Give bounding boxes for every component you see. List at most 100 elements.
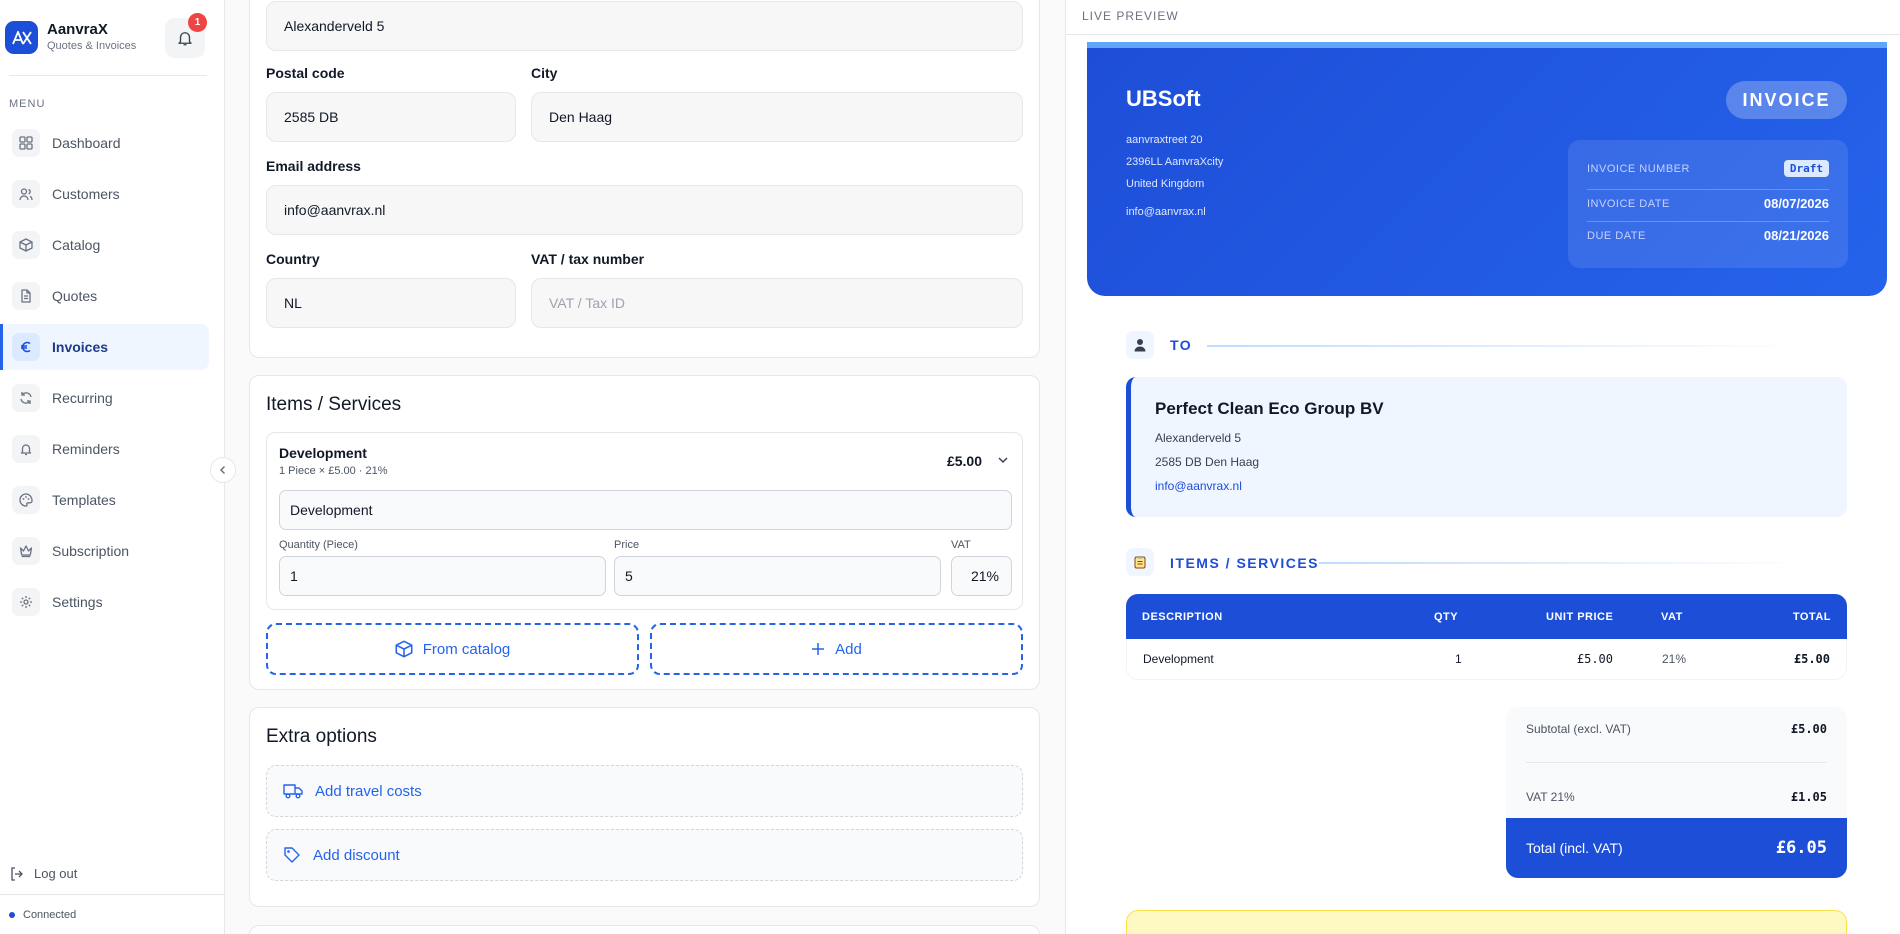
- sidebar-item-label: Quotes: [52, 288, 98, 304]
- postal-code-input[interactable]: 2585 DB: [266, 92, 516, 142]
- company-country: United Kingdom: [1126, 178, 1205, 190]
- sidebar-item-subscription[interactable]: Subscription: [0, 528, 209, 574]
- sidebar-item-catalog[interactable]: Catalog: [0, 222, 209, 268]
- from-catalog-button[interactable]: From catalog: [266, 623, 639, 675]
- crown-icon: [12, 537, 40, 565]
- logout-icon: [10, 866, 24, 881]
- invoice-form: Alexanderveld 5 Postal code 2585 DB City…: [225, 0, 1065, 934]
- city-label: City: [531, 65, 558, 81]
- row-qty: 1: [1455, 652, 1462, 666]
- refresh-icon: [12, 384, 40, 412]
- add-travel-costs-button[interactable]: Add travel costs: [266, 765, 1023, 817]
- divider: [1587, 189, 1829, 190]
- subtotal-label: Subtotal (excl. VAT): [1526, 722, 1631, 736]
- email-input[interactable]: info@aanvrax.nl: [266, 185, 1023, 235]
- divider: [1207, 345, 1807, 347]
- bell-icon: [12, 435, 40, 463]
- row-total: £5.00: [1793, 652, 1830, 666]
- person-icon: [1126, 331, 1154, 359]
- company-email: info@aanvrax.nl: [1126, 206, 1206, 218]
- divider: [0, 894, 225, 895]
- chevron-left-icon: [218, 465, 228, 475]
- items-card: Items / Services Development 1 Piece × £…: [249, 375, 1040, 690]
- items-section-title: Items / Services: [266, 394, 402, 415]
- client-details-card: Alexanderveld 5 Postal code 2585 DB City…: [249, 0, 1040, 358]
- users-icon: [12, 180, 40, 208]
- app-logo[interactable]: [5, 21, 38, 54]
- client-city: 2585 DB Den Haag: [1155, 455, 1260, 469]
- invoice-header: UBSoft aanvraxtreet 20 2396LL AanvraXcit…: [1087, 42, 1887, 296]
- status-label: Connected: [23, 909, 77, 921]
- subtotal-value: £5.00: [1790, 722, 1827, 736]
- email-label: Email address: [266, 158, 361, 174]
- item-total: £5.00: [946, 453, 982, 469]
- address-input[interactable]: Alexanderveld 5: [266, 1, 1023, 51]
- sidebar-item-label: Recurring: [52, 390, 113, 406]
- sidebar-item-templates[interactable]: Templates: [0, 477, 209, 523]
- sidebar-item-label: Templates: [52, 492, 116, 508]
- price-label: Price: [614, 539, 640, 551]
- sidebar-item-recurring[interactable]: Recurring: [0, 375, 209, 421]
- invoice-meta: INVOICE NUMBER Draft INVOICE DATE 08/07/…: [1568, 140, 1848, 268]
- logout-label: Log out: [34, 866, 78, 881]
- price-input[interactable]: 5: [614, 556, 941, 596]
- vat-number-input[interactable]: VAT / Tax ID: [531, 278, 1023, 328]
- items-table-header: DESCRIPTION QTY UNIT PRICE VAT TOTAL: [1126, 594, 1847, 639]
- item-summary: 1 Piece × £5.00 · 21%: [279, 465, 388, 477]
- divider: [1066, 34, 1900, 35]
- city-input[interactable]: Den Haag: [531, 92, 1023, 142]
- item-description-input[interactable]: Development: [279, 490, 1012, 530]
- col-unit-price: UNIT PRICE: [1546, 610, 1614, 623]
- item-row: Development 1 Piece × £5.00 · 21% £5.00 …: [266, 432, 1023, 610]
- vat-label: VAT: [951, 539, 971, 551]
- collapse-sidebar-button[interactable]: [210, 457, 236, 483]
- add-item-label: Add: [835, 640, 862, 658]
- col-qty: QTY: [1434, 610, 1459, 623]
- add-travel-costs-label: Add travel costs: [315, 782, 422, 800]
- from-catalog-label: From catalog: [422, 640, 511, 658]
- vat-select[interactable]: 21%: [951, 556, 1012, 596]
- extra-options-title: Extra options: [266, 726, 377, 747]
- country-label: Country: [266, 251, 320, 267]
- quantity-input[interactable]: 1: [279, 556, 606, 596]
- client-card: Perfect Clean Eco Group BV Alexanderveld…: [1126, 377, 1847, 517]
- vat-total-value: £1.05: [1790, 790, 1827, 804]
- invoice-number-value: Draft: [1783, 160, 1829, 177]
- to-label: TO: [1170, 337, 1193, 353]
- sidebar-item-invoices[interactable]: Invoices: [0, 324, 209, 370]
- notification-badge: 1: [188, 13, 207, 32]
- sidebar-item-customers[interactable]: Customers: [0, 171, 209, 217]
- invoice-date-row: INVOICE DATE 08/07/2026: [1587, 196, 1829, 211]
- row-vat: 21%: [1662, 652, 1687, 666]
- sidebar-item-label: Settings: [52, 594, 103, 610]
- sidebar-item-reminders[interactable]: Reminders: [0, 426, 209, 472]
- add-discount-button[interactable]: Add discount: [266, 829, 1023, 881]
- sidebar-item-dashboard[interactable]: Dashboard: [0, 120, 209, 166]
- document-icon: [12, 282, 40, 310]
- col-description: DESCRIPTION: [1142, 610, 1223, 623]
- country-input[interactable]: NL: [266, 278, 516, 328]
- add-item-button[interactable]: Add: [650, 623, 1023, 675]
- sidebar-item-settings[interactable]: Settings: [0, 579, 209, 625]
- sidebar-item-label: Catalog: [52, 237, 101, 253]
- notes-card: [1126, 910, 1847, 934]
- logout-button[interactable]: Log out: [10, 866, 77, 881]
- postal-code-label: Postal code: [266, 65, 345, 81]
- company-street: aanvraxtreet 20: [1126, 134, 1203, 146]
- item-name: Development: [279, 445, 367, 461]
- col-vat: VAT: [1661, 610, 1683, 623]
- due-date-value: 08/21/2026: [1763, 228, 1829, 243]
- client-name: Perfect Clean Eco Group BV: [1155, 399, 1384, 418]
- divider: [9, 75, 207, 76]
- quantity-label: Quantity (Piece): [279, 539, 358, 551]
- sidebar-item-quotes[interactable]: Quotes: [0, 273, 209, 319]
- chevron-down-icon[interactable]: [996, 453, 1010, 467]
- due-date-row: DUE DATE 08/21/2026: [1587, 228, 1829, 243]
- col-total: TOTAL: [1792, 610, 1831, 623]
- status-dot: [9, 912, 15, 918]
- box-icon: [395, 640, 413, 658]
- sidebar-item-label: Dashboard: [52, 135, 121, 151]
- items-services-label: ITEMS / SERVICES: [1170, 555, 1319, 571]
- sidebar-item-label: Reminders: [52, 441, 120, 457]
- grand-total: Total (incl. VAT) £6.05: [1506, 818, 1847, 878]
